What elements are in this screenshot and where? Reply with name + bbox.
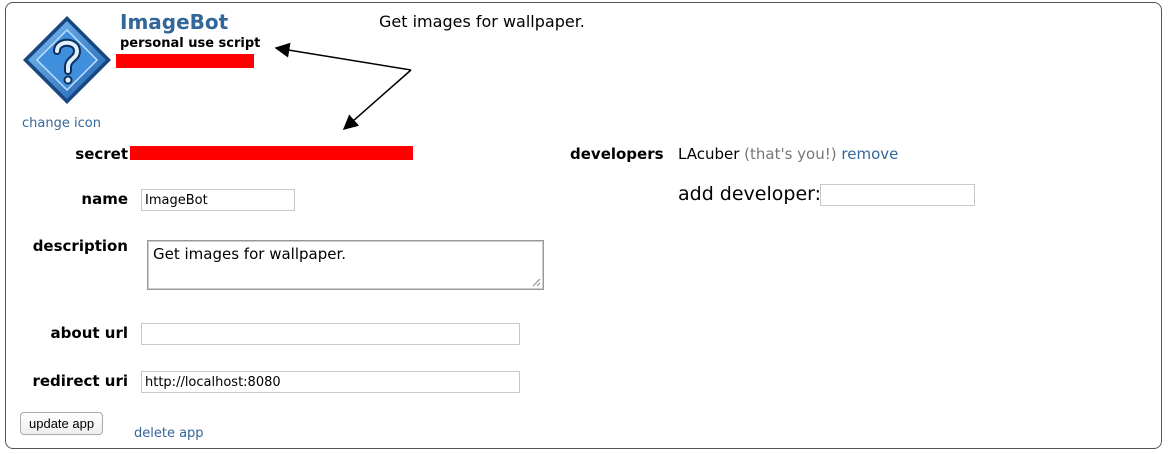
redirect-uri-label: redirect uri	[32, 372, 128, 390]
secret-label: secret	[75, 145, 128, 163]
arrow-to-client-id	[274, 42, 412, 71]
developer-entry: LAcuber (that's you!) remove	[678, 145, 898, 163]
change-icon-link[interactable]: change icon	[22, 116, 101, 131]
update-app-button[interactable]: update app	[20, 412, 104, 435]
resize-grip-icon[interactable]	[532, 278, 541, 287]
description-textarea[interactable]: Get images for wallpaper.	[147, 240, 544, 290]
arrow-to-secret	[342, 69, 412, 130]
description-text: Get images for wallpaper.	[153, 245, 347, 263]
developer-note: (that's you!)	[744, 145, 837, 163]
description-label: description	[32, 237, 128, 255]
delete-app-link[interactable]: delete app	[134, 426, 204, 441]
about-url-label: about url	[50, 324, 128, 342]
name-field[interactable]	[141, 189, 295, 211]
developer-name: LAcuber	[678, 145, 740, 163]
about-url-field[interactable]	[141, 323, 520, 345]
name-label: name	[81, 190, 128, 208]
redacted-secret	[130, 146, 413, 160]
developers-label: developers	[570, 145, 664, 163]
add-developer-field[interactable]	[820, 184, 975, 206]
remove-developer-link[interactable]: remove	[841, 145, 898, 163]
add-developer-label: add developer:	[678, 183, 822, 205]
redirect-uri-field[interactable]	[141, 371, 520, 393]
